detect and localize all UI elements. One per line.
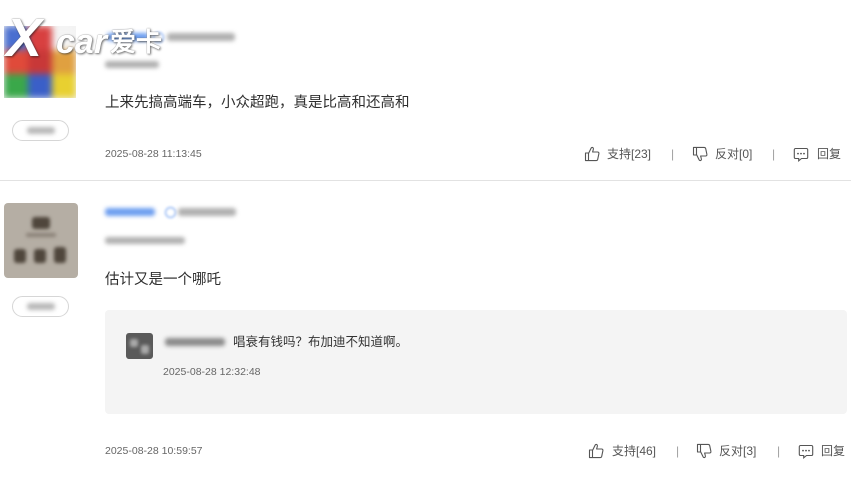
comment-2-browser (178, 208, 236, 216)
reply-avatar[interactable] (126, 333, 153, 359)
reply-text: 唱衰有钱吗？布加迪不知道啊。 (233, 335, 409, 349)
reply-username[interactable] (165, 338, 225, 346)
thumbs-up-icon[interactable] (588, 443, 604, 459)
thumbs-up-icon[interactable] (584, 146, 600, 162)
comment-1-username[interactable] (107, 33, 149, 41)
comment-2-reply-button[interactable]: 回复 (821, 443, 845, 459)
comment-2-avatar[interactable] (4, 203, 78, 278)
watermark-brand: 爱卡 (110, 27, 163, 57)
comment-1-text: 上来先搞高端车，小众超跑，真是比高和还高和 (105, 95, 410, 111)
comment-1-avatar[interactable] (4, 26, 76, 98)
action-separator: | (772, 147, 776, 161)
comment-2-ip (105, 237, 185, 244)
comment-2-support-button[interactable]: 支持[46] (612, 443, 656, 459)
action-separator: | (671, 147, 675, 161)
comment-2-level-badge (12, 296, 69, 317)
browser-icon (165, 207, 176, 218)
comment-divider (0, 180, 851, 181)
comment-2-oppose-button[interactable]: 反对[3] (719, 443, 756, 459)
comment-1-oppose-button[interactable]: 反对[0] (715, 146, 752, 162)
action-separator: | (777, 444, 781, 458)
comment-icon[interactable] (798, 443, 814, 459)
comment-2-time: 2025-08-28 10:59:57 (105, 445, 203, 457)
comment-1-browser (167, 33, 235, 41)
action-separator: | (676, 444, 680, 458)
comment-1-reply-button[interactable]: 回复 (817, 146, 841, 162)
comment-2-text: 估计又是一个哪吒 (105, 272, 221, 288)
comment-1-support-button[interactable]: 支持[23] (607, 146, 651, 162)
quoted-reply (105, 310, 847, 414)
comment-1-level-badge (12, 120, 69, 141)
comment-2-username[interactable] (105, 208, 155, 216)
thumbs-down-icon[interactable] (692, 146, 708, 162)
avatar-image (4, 26, 76, 98)
thumbs-down-icon[interactable] (696, 443, 712, 459)
badge-label (27, 127, 55, 134)
badge-label (27, 303, 55, 310)
comment-icon[interactable] (793, 146, 809, 162)
browser-icon (153, 32, 164, 43)
comment-1-time: 2025-08-28 11:13:45 (105, 148, 202, 160)
comment-1-ip (105, 61, 159, 68)
reply-time: 2025-08-28 12:32:48 (163, 366, 261, 378)
